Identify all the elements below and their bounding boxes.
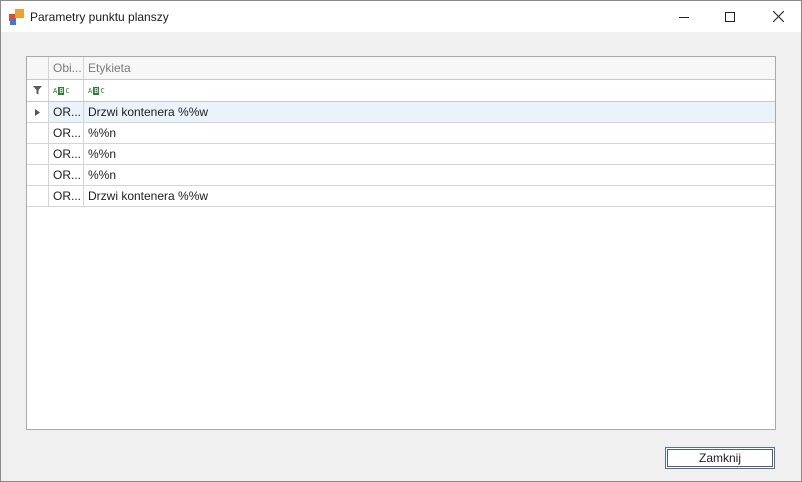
- current-row-arrow-icon: [35, 108, 40, 116]
- column-header-label[interactable]: Etykieta: [84, 57, 775, 79]
- label-filter-cell[interactable]: ABC: [84, 80, 775, 101]
- grid-rows: OR... Drzwi kontenera %%w OR... %%n OR..…: [27, 102, 775, 207]
- row-indicator-cell: [27, 144, 49, 164]
- close-window-button[interactable]: [755, 1, 801, 32]
- table-row[interactable]: OR... %%n: [27, 123, 775, 144]
- object-cell[interactable]: OR...: [49, 144, 84, 164]
- dialog-window: Parametry punktu planszy Obi... Etykieta…: [0, 0, 802, 482]
- title-bar[interactable]: Parametry punktu planszy: [1, 1, 801, 32]
- label-cell[interactable]: %%n: [84, 123, 775, 143]
- text-filter-icon: ABC: [88, 86, 105, 95]
- app-squares-icon: [9, 9, 25, 25]
- grid-header-row: Obi... Etykieta: [27, 57, 775, 80]
- close-dialog-button[interactable]: Zamknij: [665, 447, 775, 469]
- label-cell[interactable]: Drzwi kontenera %%w: [84, 186, 775, 206]
- table-row[interactable]: OR... %%n: [27, 165, 775, 186]
- label-cell[interactable]: Drzwi kontenera %%w: [84, 102, 775, 122]
- label-cell[interactable]: %%n: [84, 144, 775, 164]
- table-row[interactable]: OR... %%n: [27, 144, 775, 165]
- data-grid: Obi... Etykieta ABC ABC OR... Drzwi kont…: [26, 56, 776, 430]
- table-row[interactable]: OR... Drzwi kontenera %%w: [27, 186, 775, 207]
- object-cell[interactable]: OR...: [49, 186, 84, 206]
- window-title: Parametry punktu planszy: [30, 10, 169, 24]
- object-filter-cell[interactable]: ABC: [49, 80, 84, 101]
- auto-filter-row: ABC ABC: [27, 80, 775, 102]
- row-indicator-cell: [27, 123, 49, 143]
- header-indicator-cell: [27, 57, 49, 79]
- filter-icon: [27, 80, 49, 101]
- close-icon: [772, 11, 784, 22]
- minimize-button[interactable]: [661, 1, 707, 32]
- row-indicator-cell: [27, 165, 49, 185]
- column-header-object[interactable]: Obi...: [49, 57, 84, 79]
- table-row[interactable]: OR... Drzwi kontenera %%w: [27, 102, 775, 123]
- label-cell[interactable]: %%n: [84, 165, 775, 185]
- maximize-button[interactable]: [707, 1, 753, 32]
- object-cell[interactable]: OR...: [49, 102, 84, 122]
- row-indicator-cell: [27, 186, 49, 206]
- object-cell[interactable]: OR...: [49, 123, 84, 143]
- maximize-icon: [725, 11, 735, 22]
- text-filter-icon: ABC: [53, 86, 70, 95]
- minimize-icon: [679, 16, 689, 18]
- object-cell[interactable]: OR...: [49, 165, 84, 185]
- row-indicator-cell: [27, 102, 49, 122]
